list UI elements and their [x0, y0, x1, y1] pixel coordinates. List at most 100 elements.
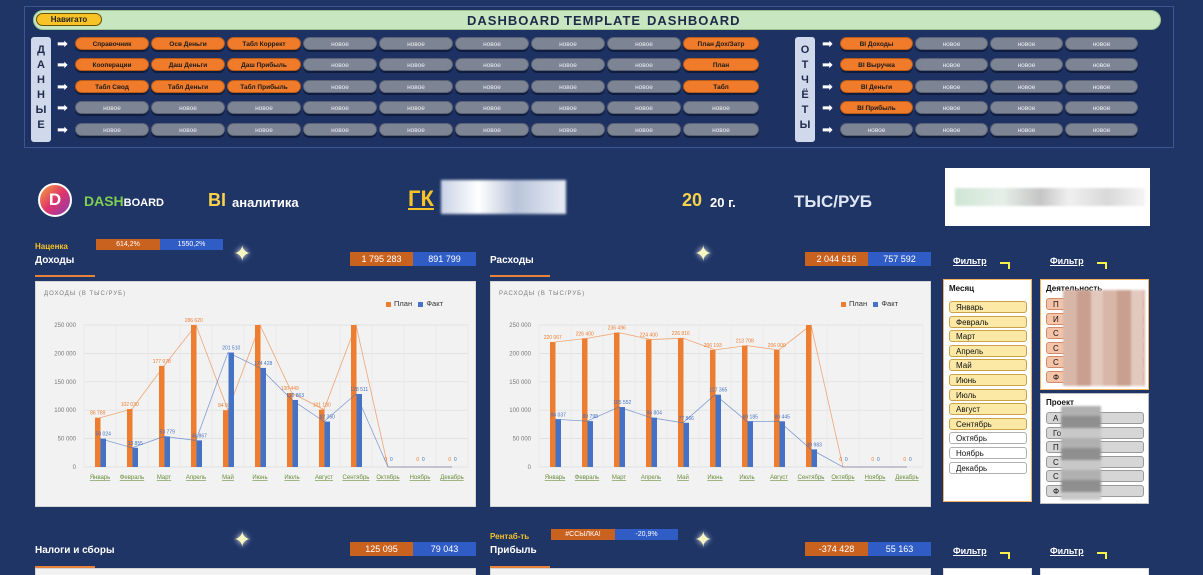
report-button[interactable]: новое	[915, 37, 988, 50]
nav-button[interactable]: новое	[379, 123, 453, 136]
report-button[interactable]: новое	[990, 37, 1063, 50]
nav-button[interactable]: новое	[455, 37, 529, 50]
nav-button[interactable]: новое	[303, 37, 377, 50]
month-slicer-item[interactable]: Август	[949, 403, 1027, 416]
x-tick-label: Апрель	[641, 475, 661, 481]
nav-button[interactable]: новое	[75, 123, 149, 136]
nav-button[interactable]: Справочник	[75, 37, 149, 50]
report-button[interactable]: новое	[1065, 80, 1138, 93]
nav-button[interactable]: Осв Деньги	[151, 37, 225, 50]
nav-button[interactable]: новое	[379, 101, 453, 114]
month-slicer-item[interactable]: Сентябрь	[949, 417, 1027, 430]
month-slicer-item[interactable]: Май	[949, 359, 1027, 372]
nav-button[interactable]: Табл Коррект	[227, 37, 301, 50]
report-button[interactable]: новое	[1065, 58, 1138, 71]
report-button[interactable]: новое	[915, 101, 988, 114]
arrow-icon: ➡	[57, 100, 68, 115]
y-tick-label: 100 000	[54, 408, 76, 414]
nav-button[interactable]: Даш Прибыль	[227, 58, 301, 71]
month-slicer-item[interactable]: Февраль	[949, 315, 1027, 328]
report-button[interactable]: новое	[915, 80, 988, 93]
data-label: 0	[416, 457, 419, 463]
y-tick-label: 250 000	[54, 323, 76, 329]
nav-button[interactable]: новое	[379, 58, 453, 71]
report-button[interactable]: новое	[915, 123, 988, 136]
nav-button[interactable]: Кооперации	[75, 58, 149, 71]
month-slicer-item[interactable]: Декабрь	[949, 461, 1027, 474]
report-button[interactable]: новое	[990, 101, 1063, 114]
filter-link-bottom-2[interactable]: Фильтр	[1050, 546, 1084, 556]
report-button[interactable]: новое	[1065, 101, 1138, 114]
nav-button[interactable]: новое	[379, 80, 453, 93]
nav-button[interactable]: новое	[531, 101, 605, 114]
filter-link-bottom-1[interactable]: Фильтр	[953, 546, 987, 556]
nav-button[interactable]: новое	[683, 101, 759, 114]
report-button[interactable]: новое	[990, 80, 1063, 93]
month-slicer-item[interactable]: Октябрь	[949, 432, 1027, 445]
nav-button[interactable]: новое	[227, 123, 301, 136]
nav-button[interactable]: новое	[531, 37, 605, 50]
report-button[interactable]: новое	[915, 58, 988, 71]
fact-bar	[715, 394, 721, 467]
fact-bar	[619, 407, 625, 467]
nav-button[interactable]: новое	[455, 58, 529, 71]
month-slicer-item[interactable]: Март	[949, 330, 1027, 343]
month-slicer-item[interactable]: Июнь	[949, 374, 1027, 386]
nav-button[interactable]: новое	[531, 58, 605, 71]
nav-button[interactable]: новое	[607, 101, 681, 114]
nav-button[interactable]: Табл	[683, 80, 759, 93]
report-button[interactable]: BI Выручка	[840, 58, 913, 71]
nav-button[interactable]: новое	[683, 123, 759, 136]
filter-link-activity[interactable]: Фильтр	[1050, 256, 1084, 266]
data-label: 0	[448, 457, 451, 463]
nav-button[interactable]: План Дох/Затр	[683, 37, 759, 50]
nav-button[interactable]: новое	[531, 123, 605, 136]
data-label: 50 024	[96, 432, 112, 438]
nav-button[interactable]: Табл Прибыль	[227, 80, 301, 93]
nav-button[interactable]: новое	[227, 101, 301, 114]
nav-button[interactable]: новое	[75, 101, 149, 114]
nav-button[interactable]: новое	[607, 123, 681, 136]
month-slicer-item[interactable]: Ноябрь	[949, 447, 1027, 459]
reports-section-label: ОТЧЁТЫ	[795, 37, 815, 142]
report-button[interactable]: новое	[1065, 123, 1138, 136]
nav-button[interactable]: новое	[303, 101, 377, 114]
nav-button[interactable]: новое	[607, 37, 681, 50]
nav-button[interactable]: новое	[303, 58, 377, 71]
nav-button[interactable]: Табл Свод	[75, 80, 149, 93]
navigator-button[interactable]: Навигато	[36, 13, 102, 26]
data-label: 82 350	[320, 415, 336, 421]
report-button[interactable]: новое	[1065, 37, 1138, 50]
y-tick-label: 200 000	[54, 351, 76, 357]
nav-button[interactable]: новое	[531, 80, 605, 93]
nav-button[interactable]: новое	[303, 80, 377, 93]
month-slicer-item[interactable]: Январь	[949, 301, 1027, 313]
nav-button[interactable]: новое	[303, 123, 377, 136]
report-button[interactable]: новое	[990, 123, 1063, 136]
nav-button[interactable]: План	[683, 58, 759, 71]
report-button[interactable]: новое	[990, 58, 1063, 71]
nav-button[interactable]: новое	[607, 58, 681, 71]
nav-button[interactable]: новое	[455, 123, 529, 136]
nav-button[interactable]: Даш Деньги	[151, 58, 225, 71]
nav-button[interactable]: новое	[379, 37, 453, 50]
rent-label: Рентаб-ть	[490, 532, 530, 541]
nav-button[interactable]: новое	[455, 101, 529, 114]
report-button[interactable]: новое	[840, 123, 913, 136]
data-label: 286 620	[185, 318, 203, 324]
arrow-icon: ➡	[822, 100, 833, 115]
nav-button[interactable]: новое	[151, 123, 225, 136]
report-button[interactable]: BI Доходы	[840, 37, 913, 50]
x-tick-label: Март	[157, 475, 172, 481]
report-button[interactable]: BI Деньги	[840, 80, 913, 93]
nav-button[interactable]: Табл Деньги	[151, 80, 225, 93]
report-button[interactable]: BI Прибыль	[840, 101, 913, 114]
filter-link-month[interactable]: Фильтр	[953, 256, 987, 266]
nav-button[interactable]: новое	[151, 101, 225, 114]
month-slicer-item[interactable]: Июль	[949, 388, 1027, 401]
month-slicer-item[interactable]: Апрель	[949, 344, 1027, 357]
nav-button[interactable]: новое	[607, 80, 681, 93]
data-label: 0	[454, 457, 457, 463]
data-label: 84 037	[551, 412, 567, 418]
nav-button[interactable]: новое	[455, 80, 529, 93]
